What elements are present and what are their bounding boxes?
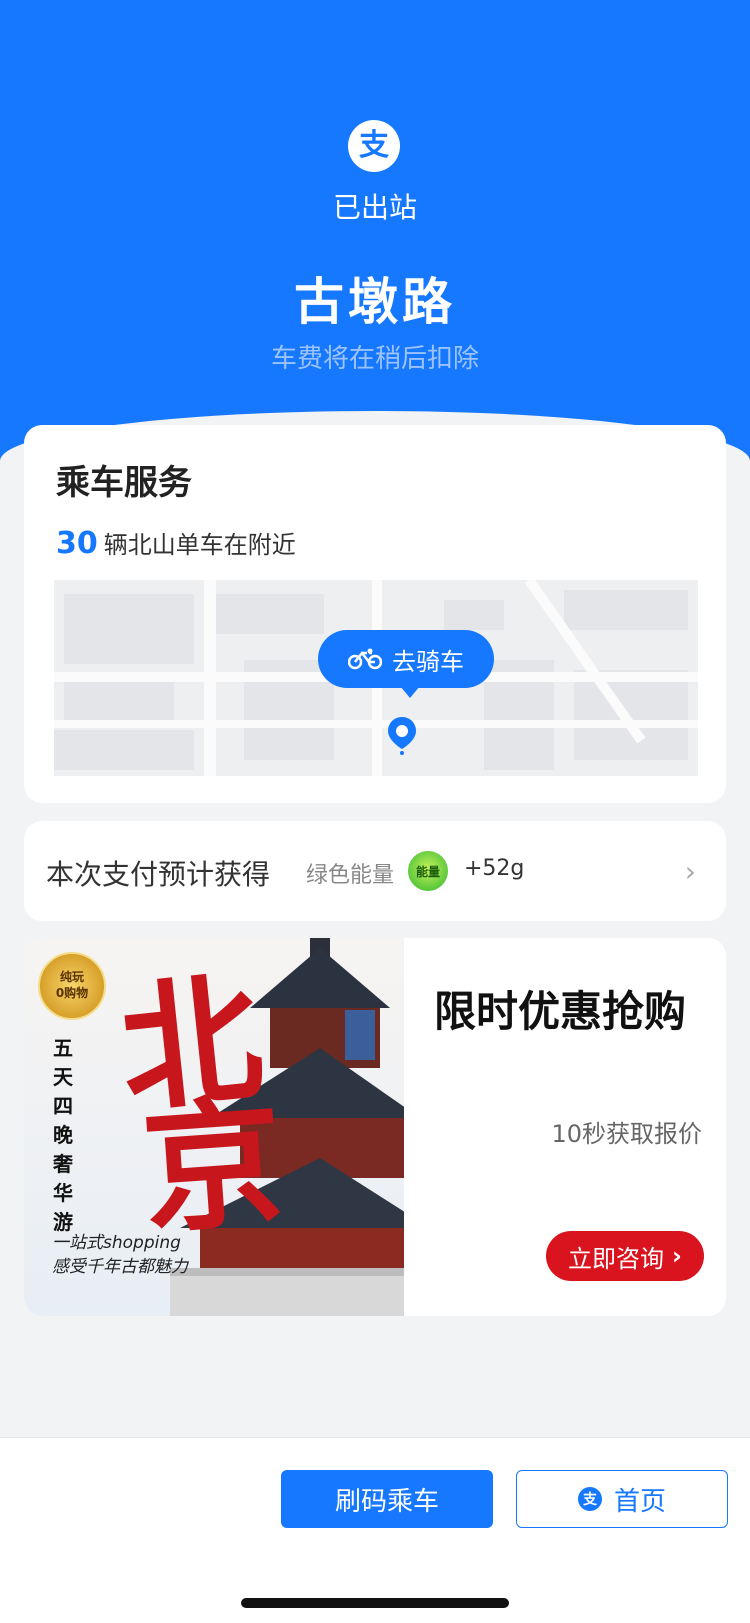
travel-ad-card[interactable]: 北 京 纯玩 0购物 五 天 四 晚 奢 华 游 一站式shopping 感受千… — [24, 938, 726, 1316]
scan-code-ride-button[interactable]: 刷码乘车 — [281, 1470, 493, 1528]
ad-vertical-text: 五 天 四 晚 奢 华 游 — [53, 1036, 73, 1234]
consult-button[interactable]: 立即咨询 › — [546, 1231, 704, 1281]
alipay-logo-icon: 支 — [348, 120, 400, 172]
alipay-logo-icon: 支 — [577, 1487, 602, 1511]
chevron-right-icon: › — [684, 855, 696, 888]
bicycle-icon — [348, 648, 382, 670]
ad-headline: 限时优惠抢购 — [433, 987, 686, 1036]
home-label: 首页 — [613, 1486, 666, 1517]
bottom-action-bar: 刷码乘车 支 首页 — [0, 1437, 750, 1623]
ad-subtitle-1: 一站式shopping — [52, 1233, 181, 1253]
ride-service-card: 乘车服务 30 辆北山单车在附近 去骑车 — [24, 425, 726, 803]
header-background — [0, 0, 750, 461]
energy-badge-icon: 能量 — [408, 851, 448, 891]
beijing-ad-image: 北 京 纯玩 0购物 五 天 四 晚 奢 华 游 一站式shopping 感受千… — [24, 938, 404, 1316]
station-name: 古墩路 — [294, 273, 456, 331]
home-indicator[interactable] — [241, 1598, 509, 1608]
nearby-bikes: 30 辆北山单车在附近 — [56, 525, 296, 561]
location-pin-icon — [388, 717, 416, 755]
chevron-right-icon: › — [672, 1242, 682, 1270]
energy-type: 绿色能量 — [306, 863, 395, 888]
go-ride-label: 去骑车 — [392, 647, 464, 676]
home-button[interactable]: 支 首页 — [516, 1470, 728, 1528]
no-shopping-medal: 纯玩 0购物 — [38, 952, 106, 1020]
exit-status: 已出站 — [332, 191, 417, 224]
ad-subtitle-2: 感受千年古都魅力 — [52, 1257, 188, 1277]
ad-quote-text: 10秒获取报价 — [551, 1120, 702, 1148]
energy-amount: +52g — [464, 856, 525, 881]
green-energy-row[interactable]: 本次支付预计获得 绿色能量 能量 +52g › — [24, 821, 726, 921]
fee-note: 车费将在稍后扣除 — [270, 344, 479, 374]
energy-label: 本次支付预计获得 — [46, 858, 271, 891]
bike-count-text: 辆北山单车在附近 — [103, 531, 296, 559]
nearby-map[interactable]: 去骑车 — [54, 580, 698, 776]
bike-count-number: 30 — [56, 526, 98, 561]
go-ride-button[interactable]: 去骑车 — [318, 630, 494, 698]
consult-label: 立即咨询 — [568, 1244, 665, 1273]
ride-service-title: 乘车服务 — [56, 463, 192, 503]
